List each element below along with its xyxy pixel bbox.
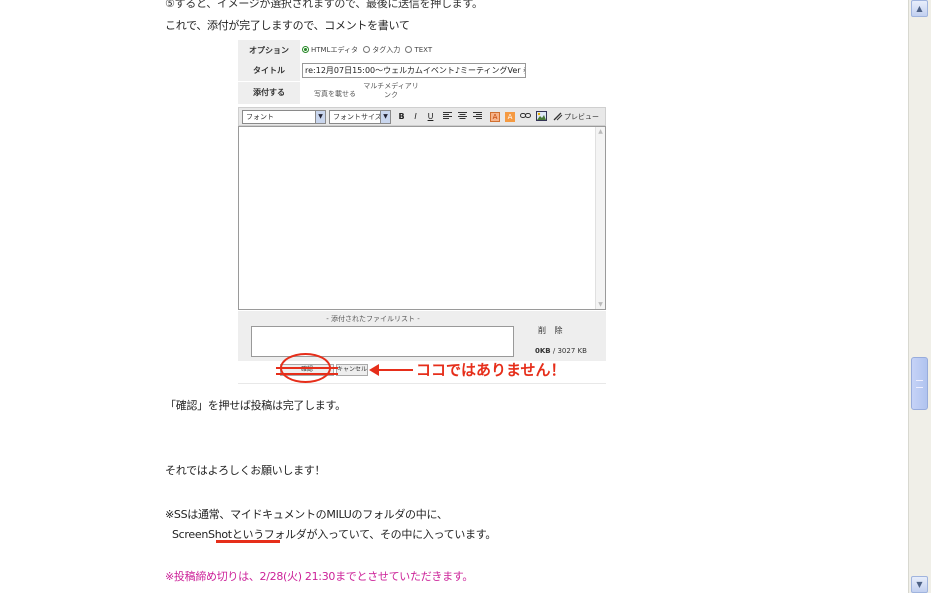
- italic-button[interactable]: I: [410, 111, 421, 123]
- editor-scrollbar[interactable]: ▲ ▼: [595, 127, 605, 309]
- attached-list-header: - 添付されたファイルリスト -: [326, 315, 420, 323]
- title-label: タイトル: [238, 60, 300, 81]
- align-center-icon[interactable]: [457, 111, 468, 123]
- embedded-form-screenshot: オプション HTMLエディタ タグ入力 TEXT タイトル re:12月07日1…: [238, 40, 606, 361]
- title-row: タイトル re:12月07日15:00～ウェルカムイベント♪ミーティングVer …: [238, 60, 606, 81]
- radio-tag-input-label: タグ入力: [372, 46, 401, 54]
- blog-page: ⑤すると、イメージが選択されますので、最後に送信を押します。 これで、添付が完了…: [0, 0, 908, 593]
- body-line-ss-location: ※SSは通常、マイドキュメントのMILUのフォルダの中に、: [165, 508, 448, 521]
- text-color-button[interactable]: A: [490, 112, 500, 122]
- annotation-circle: [280, 353, 331, 383]
- arrow-line: [375, 369, 413, 371]
- title-input[interactable]: re:12月07日15:00～ウェルカムイベント♪ミーティングVer 参加スレ: [302, 63, 526, 78]
- title-field-wrap: re:12月07日15:00～ウェルカムイベント♪ミーティングVer 参加スレ: [302, 60, 606, 81]
- page-scrollbar[interactable]: ▲ ▼: [908, 0, 931, 593]
- editor-toolbar: フォント ▼ フォントサイズ ▼ B I U A A プレビュー: [238, 107, 606, 126]
- attach-photo-tab[interactable]: 写真を載せる: [314, 90, 356, 99]
- attach-multimedia-tab[interactable]: マルチメディアリンク: [362, 82, 420, 100]
- attached-files-panel: - 添付されたファイルリスト - 削 除 0KB / 3027 KB: [238, 311, 606, 361]
- attach-row: 添付する 写真を載せる マルチメディアリンク: [238, 82, 606, 104]
- intro-line-cut: ⑤すると、イメージが選択されますので、最後に送信を押します。: [165, 0, 483, 10]
- attach-label: 添付する: [238, 82, 300, 104]
- fontsize-select[interactable]: フォントサイズ ▼: [329, 110, 391, 124]
- align-right-icon[interactable]: [472, 111, 483, 123]
- background-color-button[interactable]: A: [505, 112, 515, 122]
- annotation-underline: [216, 540, 280, 543]
- delete-button[interactable]: 削 除: [538, 325, 566, 336]
- scroll-up-icon[interactable]: ▲: [596, 127, 605, 136]
- radio-text[interactable]: [405, 46, 413, 53]
- option-label: オプション: [238, 40, 300, 61]
- attached-files-list[interactable]: [251, 326, 514, 357]
- size-total: / 3027 KB: [552, 347, 587, 355]
- annotation-note: ココではありません！: [416, 361, 566, 379]
- body-line-thanks: それではよろしくお願いします！: [165, 464, 326, 477]
- radio-html-editor-label: HTMLエディタ: [311, 46, 358, 54]
- intro-line: これで、添付が完了しますので、コメントを書いて: [165, 19, 410, 32]
- attach-size: 0KB / 3027 KB: [535, 347, 587, 355]
- cancel-button[interactable]: キャンセル: [336, 364, 368, 376]
- font-select-value: フォント: [246, 113, 274, 121]
- font-select[interactable]: フォント ▼: [242, 110, 326, 124]
- scroll-up-icon[interactable]: ▲: [911, 0, 928, 17]
- option-values: HTMLエディタ タグ入力 TEXT: [302, 40, 606, 61]
- radio-tag-input[interactable]: [363, 46, 371, 53]
- size-used: 0KB: [535, 347, 551, 355]
- image-icon[interactable]: [536, 111, 547, 123]
- chevron-down-icon: ▼: [315, 111, 325, 123]
- link-icon[interactable]: [520, 111, 531, 123]
- preview-button[interactable]: プレビュー: [564, 111, 599, 123]
- editor-textarea[interactable]: ▲ ▼: [238, 126, 606, 310]
- scrollbar-thumb[interactable]: [911, 357, 928, 410]
- align-left-icon[interactable]: [442, 111, 453, 123]
- radio-text-label: TEXT: [414, 46, 433, 54]
- grip-icon: [916, 380, 923, 388]
- underline-button[interactable]: U: [425, 111, 436, 123]
- body-line-deadline: ※投稿締め切りは、2/28(火) 21:30までとさせていただきます。: [165, 570, 474, 583]
- bold-button[interactable]: B: [396, 111, 407, 123]
- option-row: オプション HTMLエディタ タグ入力 TEXT: [238, 40, 606, 61]
- scroll-down-icon[interactable]: ▼: [911, 576, 928, 593]
- radio-html-editor[interactable]: [302, 46, 309, 53]
- fontsize-select-value: フォントサイズ: [333, 113, 382, 121]
- scroll-down-icon[interactable]: ▼: [596, 300, 605, 309]
- body-line-confirm: 「確認」を押せば投稿は完了します。: [165, 399, 346, 412]
- chevron-down-icon: ▼: [380, 111, 390, 123]
- divider: [238, 383, 606, 384]
- pen-icon[interactable]: [552, 111, 563, 123]
